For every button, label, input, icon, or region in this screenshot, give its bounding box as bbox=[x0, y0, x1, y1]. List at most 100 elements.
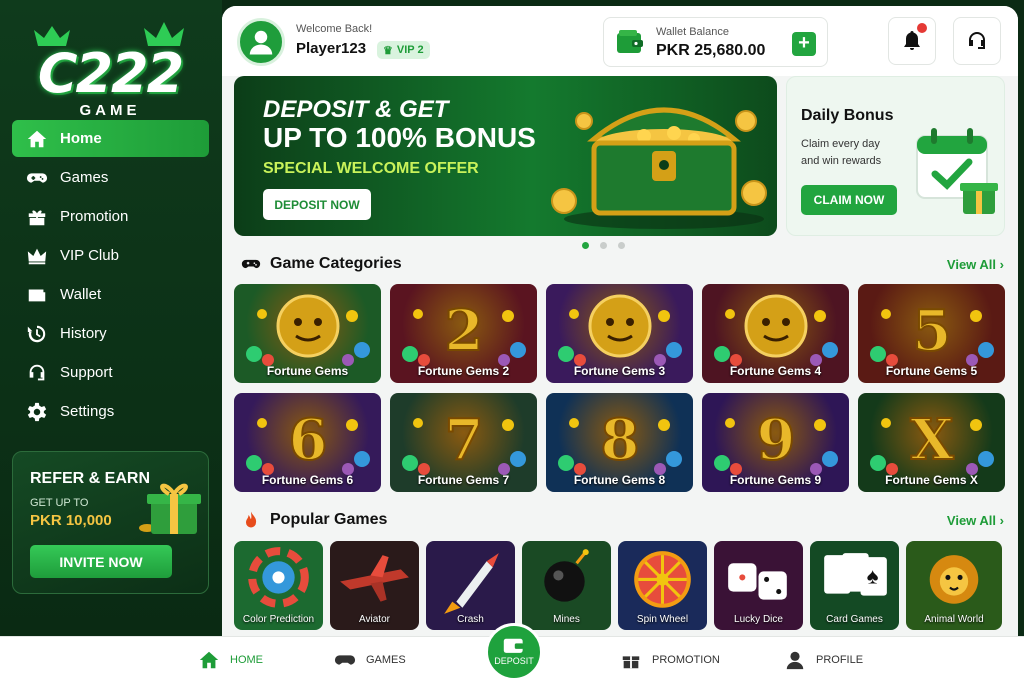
vip-level: VIP 2 bbox=[396, 44, 424, 56]
wallet-icon bbox=[503, 638, 524, 653]
game-categories-heading: Game Categories bbox=[240, 254, 402, 274]
popular-game-tile[interactable]: Crash bbox=[426, 541, 515, 630]
claim-now-button[interactable]: CLAIM NOW bbox=[801, 185, 897, 215]
game-category-tile[interactable]: 6 Fortune Gems 6 bbox=[234, 393, 381, 492]
sidebar-item-vip-club[interactable]: VIP Club bbox=[12, 237, 209, 274]
deposit-now-button[interactable]: DEPOSIT NOW bbox=[263, 189, 371, 220]
wallet-label: Wallet Balance bbox=[656, 26, 729, 38]
banner-line-3: SPECIAL WELCOME OFFER bbox=[263, 160, 479, 177]
home-icon bbox=[199, 651, 219, 669]
game-category-tile[interactable]: Fortune Gems bbox=[234, 284, 381, 383]
main-panel: Welcome Back! Player123 ♛ VIP 2 Wallet Ba… bbox=[222, 6, 1018, 636]
bottom-nav-profile[interactable]: PROFILE bbox=[784, 649, 863, 671]
notifications-button[interactable] bbox=[888, 17, 936, 65]
sidebar-item-label: Wallet bbox=[60, 286, 102, 303]
svg-text:7: 7 bbox=[445, 407, 484, 473]
sidebar-item-label: History bbox=[60, 325, 107, 342]
headset-icon bbox=[969, 32, 985, 49]
deposit-fab-button[interactable]: DEPOSIT bbox=[485, 623, 543, 681]
game-category-tile[interactable]: Fortune Gems 4 bbox=[702, 284, 849, 383]
carousel-dot[interactable] bbox=[582, 242, 589, 249]
game-category-label: Fortune Gems 8 bbox=[573, 473, 666, 487]
gift-box-icon bbox=[139, 483, 201, 534]
gamepad-icon bbox=[334, 655, 356, 665]
game-category-tile[interactable]: 7 Fortune Gems 7 bbox=[390, 393, 537, 492]
sidebar-item-label: Home bbox=[60, 130, 102, 147]
logo-subtitle: GAME bbox=[79, 102, 141, 119]
sidebar-item-wallet[interactable]: Wallet bbox=[12, 276, 209, 313]
game-category-tile[interactable]: Fortune Gems 3 bbox=[546, 284, 693, 383]
wallet-icon bbox=[617, 30, 643, 53]
section-title: Game Categories bbox=[270, 255, 402, 272]
history-icon bbox=[27, 325, 46, 342]
logo[interactable]: C222 GAME bbox=[20, 18, 200, 119]
bottom-nav-label: HOME bbox=[230, 654, 263, 666]
svg-text:5: 5 bbox=[913, 298, 952, 364]
add-funds-button[interactable]: + bbox=[792, 32, 816, 56]
game-category-tile[interactable]: 8 Fortune Gems 8 bbox=[546, 393, 693, 492]
popular-game-tile[interactable]: Color Prediction bbox=[234, 541, 323, 630]
sidebar-item-home[interactable]: Home bbox=[12, 120, 209, 157]
daily-bonus-card[interactable]: Daily Bonus Claim every day and win rewa… bbox=[786, 76, 1005, 236]
popular-game-tile[interactable]: Spin Wheel bbox=[618, 541, 707, 630]
wallet-value: PKR 25,680.00 bbox=[656, 42, 766, 59]
invite-now-button[interactable]: INVITE NOW bbox=[30, 545, 172, 578]
popular-game-tile[interactable]: Aviator bbox=[330, 541, 419, 630]
bottom-nav-label: GAMES bbox=[366, 654, 406, 666]
svg-text:8: 8 bbox=[601, 407, 640, 473]
popular-game-tile[interactable]: Animal World bbox=[906, 541, 1002, 630]
deposit-bonus-banner[interactable]: DEPOSIT & GET UP TO 100% BONUS SPECIAL W… bbox=[234, 76, 777, 236]
vip-gem-icon: ♛ bbox=[383, 44, 393, 57]
gear-icon bbox=[27, 402, 47, 421]
sidebar-item-games[interactable]: Games bbox=[12, 159, 209, 196]
game-category-tile[interactable]: 2 Fortune Gems 2 bbox=[390, 284, 537, 383]
sidebar-item-label: VIP Club bbox=[60, 247, 119, 264]
bottom-nav-promotion[interactable]: PROMOTION bbox=[620, 649, 720, 671]
game-category-label: Fortune Gems 2 bbox=[417, 364, 510, 378]
sidebar-item-label: Support bbox=[60, 364, 113, 381]
support-button[interactable] bbox=[953, 17, 1001, 65]
view-all-label: View All bbox=[946, 257, 997, 272]
popular-game-label: Mines bbox=[553, 614, 580, 625]
headset-icon bbox=[29, 364, 45, 380]
player-name: Player123 bbox=[296, 40, 367, 57]
sidebar-item-history[interactable]: History bbox=[12, 315, 209, 352]
vip-badge: ♛ VIP 2 bbox=[377, 41, 430, 59]
avatar[interactable] bbox=[237, 18, 285, 66]
game-category-tile[interactable]: 5 Fortune Gems 5 bbox=[858, 284, 1005, 383]
sidebar-item-support[interactable]: Support bbox=[12, 354, 209, 391]
user-icon bbox=[249, 30, 273, 55]
popular-game-tile[interactable]: Mines bbox=[522, 541, 611, 630]
bottom-nav-games[interactable]: GAMES bbox=[334, 649, 406, 671]
gamepad-icon bbox=[26, 172, 48, 183]
chevron-right-icon: › bbox=[999, 513, 1004, 528]
refer-get-up-to: GET UP TO bbox=[30, 497, 89, 509]
sidebar-item-label: Games bbox=[60, 169, 109, 186]
popular-game-label: Lucky Dice bbox=[734, 614, 783, 625]
popular-view-all-link[interactable]: View All › bbox=[947, 513, 1004, 528]
sidebar-item-label: Promotion bbox=[60, 208, 129, 225]
game-category-label: Fortune Gems 3 bbox=[573, 364, 666, 378]
popular-games-row: Color Prediction Aviator Crash Mines Spin Wh… bbox=[234, 541, 1005, 630]
game-categories-grid: Fortune Gems 2 Fortune Gems 2 Fortune Gems … bbox=[234, 284, 1005, 492]
carousel-dot[interactable] bbox=[600, 242, 607, 249]
game-category-tile[interactable]: 9 Fortune Gems 9 bbox=[702, 393, 849, 492]
categories-view-all-link[interactable]: View All › bbox=[947, 257, 1004, 272]
refer-title: REFER & EARN bbox=[30, 470, 151, 487]
popular-game-tile[interactable]: ♠ Card Games bbox=[810, 541, 899, 630]
bottom-nav-label: PROFILE bbox=[816, 654, 864, 666]
popular-game-label: Color Prediction bbox=[242, 614, 315, 625]
game-category-tile[interactable]: X Fortune Gems X bbox=[858, 393, 1005, 492]
logo-brand: C222 bbox=[37, 42, 184, 105]
bottom-nav-label: PROMOTION bbox=[652, 654, 720, 666]
carousel-dot[interactable] bbox=[618, 242, 625, 249]
game-category-label: Fortune Gems 4 bbox=[729, 364, 822, 378]
welcome-text: Welcome Back! bbox=[296, 23, 373, 35]
fire-icon bbox=[246, 511, 257, 528]
gamepad-icon bbox=[241, 259, 261, 269]
sidebar-item-promotion[interactable]: Promotion bbox=[12, 198, 209, 235]
sidebar-item-settings[interactable]: Settings bbox=[12, 393, 209, 430]
popular-game-tile[interactable]: Lucky Dice bbox=[714, 541, 803, 630]
game-category-label: Fortune Gems 9 bbox=[729, 473, 822, 487]
bottom-nav-home[interactable]: HOME bbox=[198, 649, 263, 671]
